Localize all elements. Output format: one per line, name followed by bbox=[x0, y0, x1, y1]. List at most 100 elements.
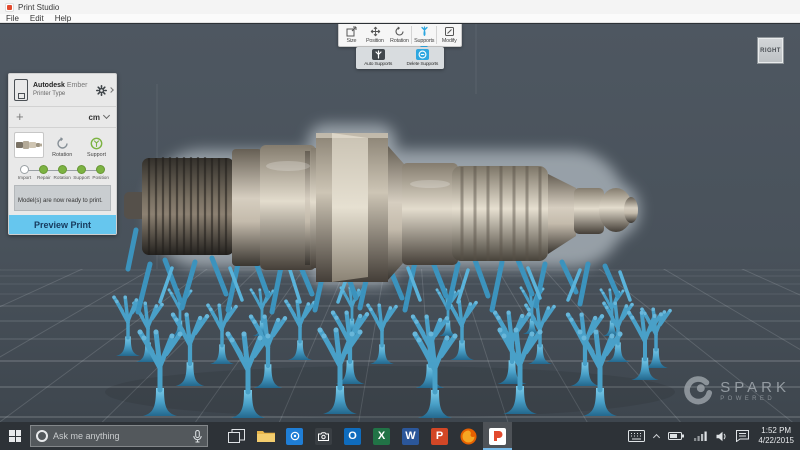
windows-logo-icon bbox=[9, 430, 21, 442]
transform-toolbar: Size Position Rotation bbox=[338, 24, 462, 47]
menu-help[interactable]: Help bbox=[55, 14, 71, 23]
step-repair-dot bbox=[39, 165, 48, 174]
windows-taskbar: O X W P bbox=[0, 422, 800, 450]
file-explorer-button[interactable] bbox=[251, 422, 280, 450]
taskbar-clock[interactable]: 1:52 PM 4/22/2015 bbox=[758, 426, 794, 446]
chevron-down-icon bbox=[103, 112, 110, 119]
clock-time: 1:52 PM bbox=[758, 426, 794, 436]
powered-label: POWERED bbox=[720, 396, 790, 402]
auto-supports-button[interactable]: Auto Supports bbox=[357, 49, 399, 67]
printer-panel: Autodesk Ember Printer Type + bbox=[8, 73, 117, 235]
step-rotation[interactable]: Rotation bbox=[53, 165, 72, 181]
printer-type-label: Printer Type bbox=[33, 90, 96, 98]
rotation-button[interactable]: Rotation bbox=[387, 24, 411, 46]
powerpoint-button[interactable]: P bbox=[425, 422, 454, 450]
search-input[interactable] bbox=[53, 431, 188, 441]
brand-label: Autodesk bbox=[33, 82, 65, 89]
model-thumbnail bbox=[14, 132, 44, 158]
viewcube[interactable]: RIGHT bbox=[757, 37, 784, 64]
supports-subtoolbar: Auto Supports Delete Supports bbox=[356, 47, 444, 69]
unit-dropdown[interactable]: cm bbox=[88, 113, 109, 122]
delete-supports-icon bbox=[416, 49, 429, 60]
task-view-icon bbox=[228, 429, 245, 444]
powerpoint-icon: P bbox=[431, 428, 448, 445]
network-signal-icon[interactable] bbox=[694, 431, 707, 441]
position-button[interactable]: Position bbox=[363, 24, 387, 46]
spark-plug-thumbnail-icon bbox=[16, 140, 42, 150]
spark-label: SPARK bbox=[720, 380, 790, 395]
battery-icon[interactable] bbox=[668, 431, 685, 441]
spark-powered-logo: SPARK POWERED bbox=[683, 376, 790, 406]
add-model-button[interactable]: + bbox=[16, 111, 24, 123]
task-view-button[interactable] bbox=[222, 422, 251, 450]
step-position[interactable]: Position bbox=[91, 165, 110, 181]
step-rotation-dot bbox=[58, 165, 67, 174]
print-studio-icon bbox=[489, 428, 506, 445]
preview-print-button[interactable]: Preview Print bbox=[9, 215, 116, 234]
tray-expand-chevron-icon[interactable] bbox=[653, 433, 660, 440]
rotation-icon bbox=[394, 26, 405, 37]
word-icon: W bbox=[402, 428, 419, 445]
start-button[interactable] bbox=[0, 422, 30, 450]
window-title: Print Studio bbox=[18, 3, 59, 12]
excel-button[interactable]: X bbox=[367, 422, 396, 450]
printer-header: Autodesk Ember Printer Type bbox=[9, 74, 116, 106]
modify-button[interactable]: Modify bbox=[437, 24, 461, 46]
unit-value: cm bbox=[88, 113, 100, 122]
cortana-icon bbox=[36, 430, 48, 442]
store-button[interactable] bbox=[280, 422, 309, 450]
microphone-icon[interactable] bbox=[193, 430, 202, 443]
camera-app-button[interactable] bbox=[309, 422, 338, 450]
word-button[interactable]: W bbox=[396, 422, 425, 450]
gear-icon[interactable] bbox=[96, 85, 107, 96]
outlook-button[interactable]: O bbox=[338, 422, 367, 450]
delete-supports-button[interactable]: Delete Supports bbox=[401, 49, 443, 67]
file-explorer-icon bbox=[257, 429, 275, 443]
system-tray: 1:52 PM 4/22/2015 bbox=[628, 426, 800, 446]
panel-expand-chevron-icon[interactable] bbox=[108, 87, 114, 93]
printer-model-label: Ember bbox=[67, 82, 88, 89]
print-studio-window: Print Studio File Edit Help bbox=[0, 0, 800, 450]
print-studio-app-icon bbox=[5, 3, 14, 12]
auto-supports-icon bbox=[372, 49, 385, 60]
modify-icon bbox=[444, 26, 455, 37]
store-icon bbox=[286, 428, 303, 445]
print-studio-taskbar-button[interactable] bbox=[483, 422, 512, 450]
workflow-steps: Import Repair Rotation Support bbox=[9, 161, 116, 183]
step-support[interactable]: Support bbox=[72, 165, 91, 181]
supports-button[interactable]: Supports bbox=[412, 24, 436, 46]
menu-file[interactable]: File bbox=[6, 14, 19, 23]
rotation-tool-button[interactable]: Rotation bbox=[47, 132, 79, 158]
printer-icon bbox=[14, 79, 28, 101]
model-thumbnail-button[interactable] bbox=[13, 132, 45, 158]
excel-icon: X bbox=[373, 428, 390, 445]
menu-edit[interactable]: Edit bbox=[30, 14, 44, 23]
viewcube-face-label: RIGHT bbox=[760, 48, 781, 54]
firefox-icon bbox=[460, 428, 477, 445]
clock-date: 4/22/2015 bbox=[758, 436, 794, 446]
3d-scene-canvas[interactable] bbox=[0, 24, 800, 422]
cortana-search-box[interactable] bbox=[30, 425, 208, 447]
status-message: Model(s) are now ready to print. bbox=[14, 185, 111, 211]
spark-swirl-icon bbox=[683, 376, 713, 406]
camera-icon bbox=[315, 428, 332, 445]
position-icon bbox=[370, 26, 381, 37]
step-repair[interactable]: Repair bbox=[34, 165, 53, 181]
rotation-tool-icon bbox=[56, 137, 69, 150]
step-support-dot bbox=[77, 165, 86, 174]
menu-bar: File Edit Help bbox=[0, 14, 800, 23]
step-position-dot bbox=[96, 165, 105, 174]
action-center-icon[interactable] bbox=[736, 430, 749, 442]
3d-viewport[interactable]: Size Position Rotation bbox=[0, 24, 800, 422]
firefox-button[interactable] bbox=[454, 422, 483, 450]
outlook-icon: O bbox=[344, 428, 361, 445]
keyboard-icon[interactable] bbox=[628, 430, 645, 442]
step-import-dot bbox=[20, 165, 29, 174]
step-import[interactable]: Import bbox=[15, 165, 34, 181]
size-icon bbox=[346, 26, 357, 37]
size-button[interactable]: Size bbox=[339, 24, 363, 46]
speaker-icon[interactable] bbox=[716, 431, 727, 442]
support-tool-button[interactable]: Support bbox=[80, 132, 112, 158]
support-tool-icon bbox=[90, 137, 103, 150]
taskbar-apps: O X W P bbox=[222, 422, 512, 450]
